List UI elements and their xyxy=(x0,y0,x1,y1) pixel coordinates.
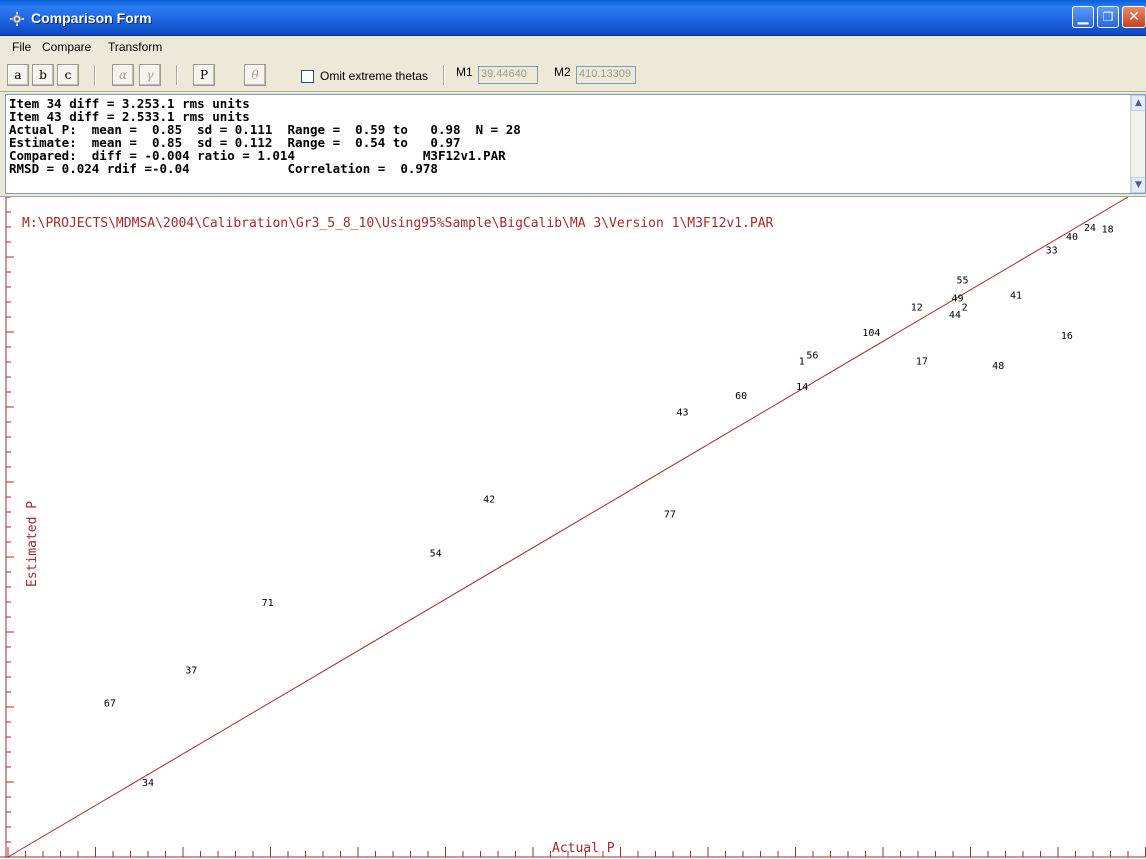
close-button[interactable]: ✕ xyxy=(1122,6,1146,28)
item-point-label: 42 xyxy=(483,495,495,506)
item-point-label: 24 xyxy=(1084,223,1096,234)
item-point-label: 18 xyxy=(1102,225,1114,236)
statistics-textbox[interactable]: Item 34 diff = 3.253.1 rms units Item 43… xyxy=(5,94,1146,194)
item-point-label: 67 xyxy=(104,699,116,710)
menu-bar: File Compare Transform xyxy=(0,36,1146,58)
omit-extreme-thetas-label: Omit extreme thetas xyxy=(320,69,429,83)
theta-button[interactable]: θ xyxy=(244,64,266,86)
scroll-up-icon[interactable]: ▲ xyxy=(1131,95,1145,111)
gamma-button[interactable]: γ xyxy=(139,64,161,86)
item-point-label: 60 xyxy=(735,391,747,402)
title-bar: Comparison Form ▁ ❐ ✕ xyxy=(0,0,1146,36)
minimize-icon: ▁ xyxy=(1077,9,1089,25)
item-point-label: 34 xyxy=(142,778,154,789)
x-axis-label: Actual P xyxy=(552,841,615,856)
item-point-label: 1 xyxy=(799,357,805,368)
item-point-label: 17 xyxy=(916,357,928,368)
item-point-label: 48 xyxy=(992,361,1004,372)
alpha-button[interactable]: α xyxy=(112,64,134,86)
item-point-label: 104 xyxy=(862,328,880,339)
item-point-label: 71 xyxy=(262,598,274,609)
b-button[interactable]: b xyxy=(32,64,54,86)
item-point-label: 54 xyxy=(430,549,442,560)
item-point-label: 16 xyxy=(1061,331,1073,342)
item-point-label: 2 xyxy=(962,303,968,314)
item-point-label: 55 xyxy=(957,276,969,287)
y-axis-label: Estimated P xyxy=(25,501,40,587)
close-icon: ✕ xyxy=(1128,9,1140,25)
m1-field[interactable]: 39.44640 xyxy=(478,66,538,84)
menu-transform[interactable]: Transform xyxy=(108,40,162,54)
item-point-label: 12 xyxy=(911,303,923,314)
m1-label: M1 xyxy=(456,65,473,79)
toolbar: a b c α γ P θ xyxy=(0,58,1146,92)
menu-compare[interactable]: Compare xyxy=(42,40,91,54)
m2-field[interactable]: 410.13309 xyxy=(576,66,636,84)
stats-line: RMSD = 0.024 rdif =-0.04 Correlation = 0… xyxy=(9,161,438,176)
m2-label: M2 xyxy=(554,65,571,79)
item-point-label: 43 xyxy=(677,408,689,419)
file-path-label: M:\PROJECTS\MDMSA\2004\Calibration\Gr3_5… xyxy=(22,216,774,231)
item-point-label: 44 xyxy=(949,310,961,321)
vertical-scrollbar[interactable]: ▲ ▼ xyxy=(1130,95,1145,193)
toolbar-separator xyxy=(176,65,178,85)
window-title: Comparison Form xyxy=(31,10,152,26)
menu-file[interactable]: File xyxy=(12,40,31,54)
c-button[interactable]: c xyxy=(57,64,79,86)
toolbar-separator xyxy=(443,65,445,85)
item-point-label: 41 xyxy=(1010,291,1022,302)
gear-icon xyxy=(10,11,24,26)
p-button[interactable]: P xyxy=(193,64,215,86)
a-button[interactable]: a xyxy=(7,64,29,86)
item-point-label: 33 xyxy=(1046,246,1058,257)
scatter-plot: M:\PROJECTS\MDMSA\2004\Calibration\Gr3_5… xyxy=(0,196,1146,858)
item-point-label: 40 xyxy=(1066,232,1078,243)
plot-area: M:\PROJECTS\MDMSA\2004\Calibration\Gr3_5… xyxy=(0,196,1146,859)
item-point-label: 14 xyxy=(796,382,808,393)
omit-extreme-thetas-checkbox[interactable] xyxy=(301,70,314,83)
scroll-down-icon[interactable]: ▼ xyxy=(1131,177,1145,193)
item-point-label: 37 xyxy=(185,666,197,677)
toolbar-separator xyxy=(94,65,96,85)
item-point-label: 56 xyxy=(806,351,818,362)
item-point-label: 77 xyxy=(664,510,676,521)
restore-button[interactable]: ❐ xyxy=(1097,6,1119,28)
restore-icon: ❐ xyxy=(1102,10,1114,24)
minimize-button[interactable]: ▁ xyxy=(1072,6,1094,28)
